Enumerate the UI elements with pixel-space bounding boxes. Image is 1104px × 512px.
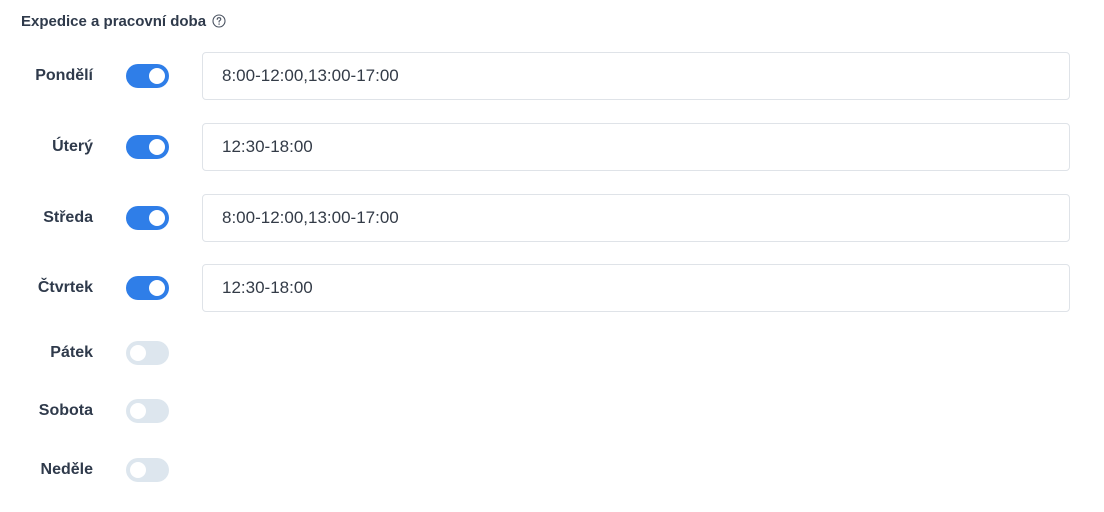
day-label: Středa (43, 209, 93, 226)
day-label: Pondělí (35, 67, 93, 84)
hours-input-wednesday[interactable] (202, 194, 1070, 242)
shipping-hours-panel: Expedice a pracovní doba Pondělí Úterý S… (0, 0, 1104, 512)
day-label: Úterý (52, 138, 93, 155)
day-toggle-tuesday[interactable] (126, 135, 169, 159)
day-toggle-saturday[interactable] (126, 399, 169, 423)
day-row-thursday: Čtvrtek (0, 263, 1104, 313)
hours-input-thursday[interactable] (202, 264, 1070, 312)
toggle-knob (149, 68, 165, 84)
day-row-monday: Pondělí (0, 51, 1104, 101)
toggle-knob (130, 403, 146, 419)
day-toggle-monday[interactable] (126, 64, 169, 88)
day-row-wednesday: Středa (0, 193, 1104, 243)
day-label: Čtvrtek (37, 279, 93, 296)
toggle-knob (149, 139, 165, 155)
day-toggle-thursday[interactable] (126, 276, 169, 300)
hours-input-tuesday[interactable] (202, 123, 1070, 171)
section-title: Expedice a pracovní doba (21, 12, 207, 30)
day-label: Sobota (38, 402, 93, 419)
section-header: Expedice a pracovní doba (21, 10, 226, 32)
day-row-friday: Pátek (0, 340, 1104, 366)
toggle-knob (130, 345, 146, 361)
toggle-knob (149, 210, 165, 226)
day-toggle-wednesday[interactable] (126, 206, 169, 230)
day-row-saturday: Sobota (0, 398, 1104, 424)
day-label: Pátek (50, 344, 93, 361)
help-circle-icon[interactable] (212, 14, 226, 28)
day-toggle-friday[interactable] (126, 341, 169, 365)
toggle-knob (149, 280, 165, 296)
day-label: Neděle (40, 461, 93, 478)
toggle-knob (130, 462, 146, 478)
day-row-tuesday: Úterý (0, 122, 1104, 172)
day-row-sunday: Neděle (0, 457, 1104, 483)
hours-input-monday[interactable] (202, 52, 1070, 100)
day-toggle-sunday[interactable] (126, 458, 169, 482)
